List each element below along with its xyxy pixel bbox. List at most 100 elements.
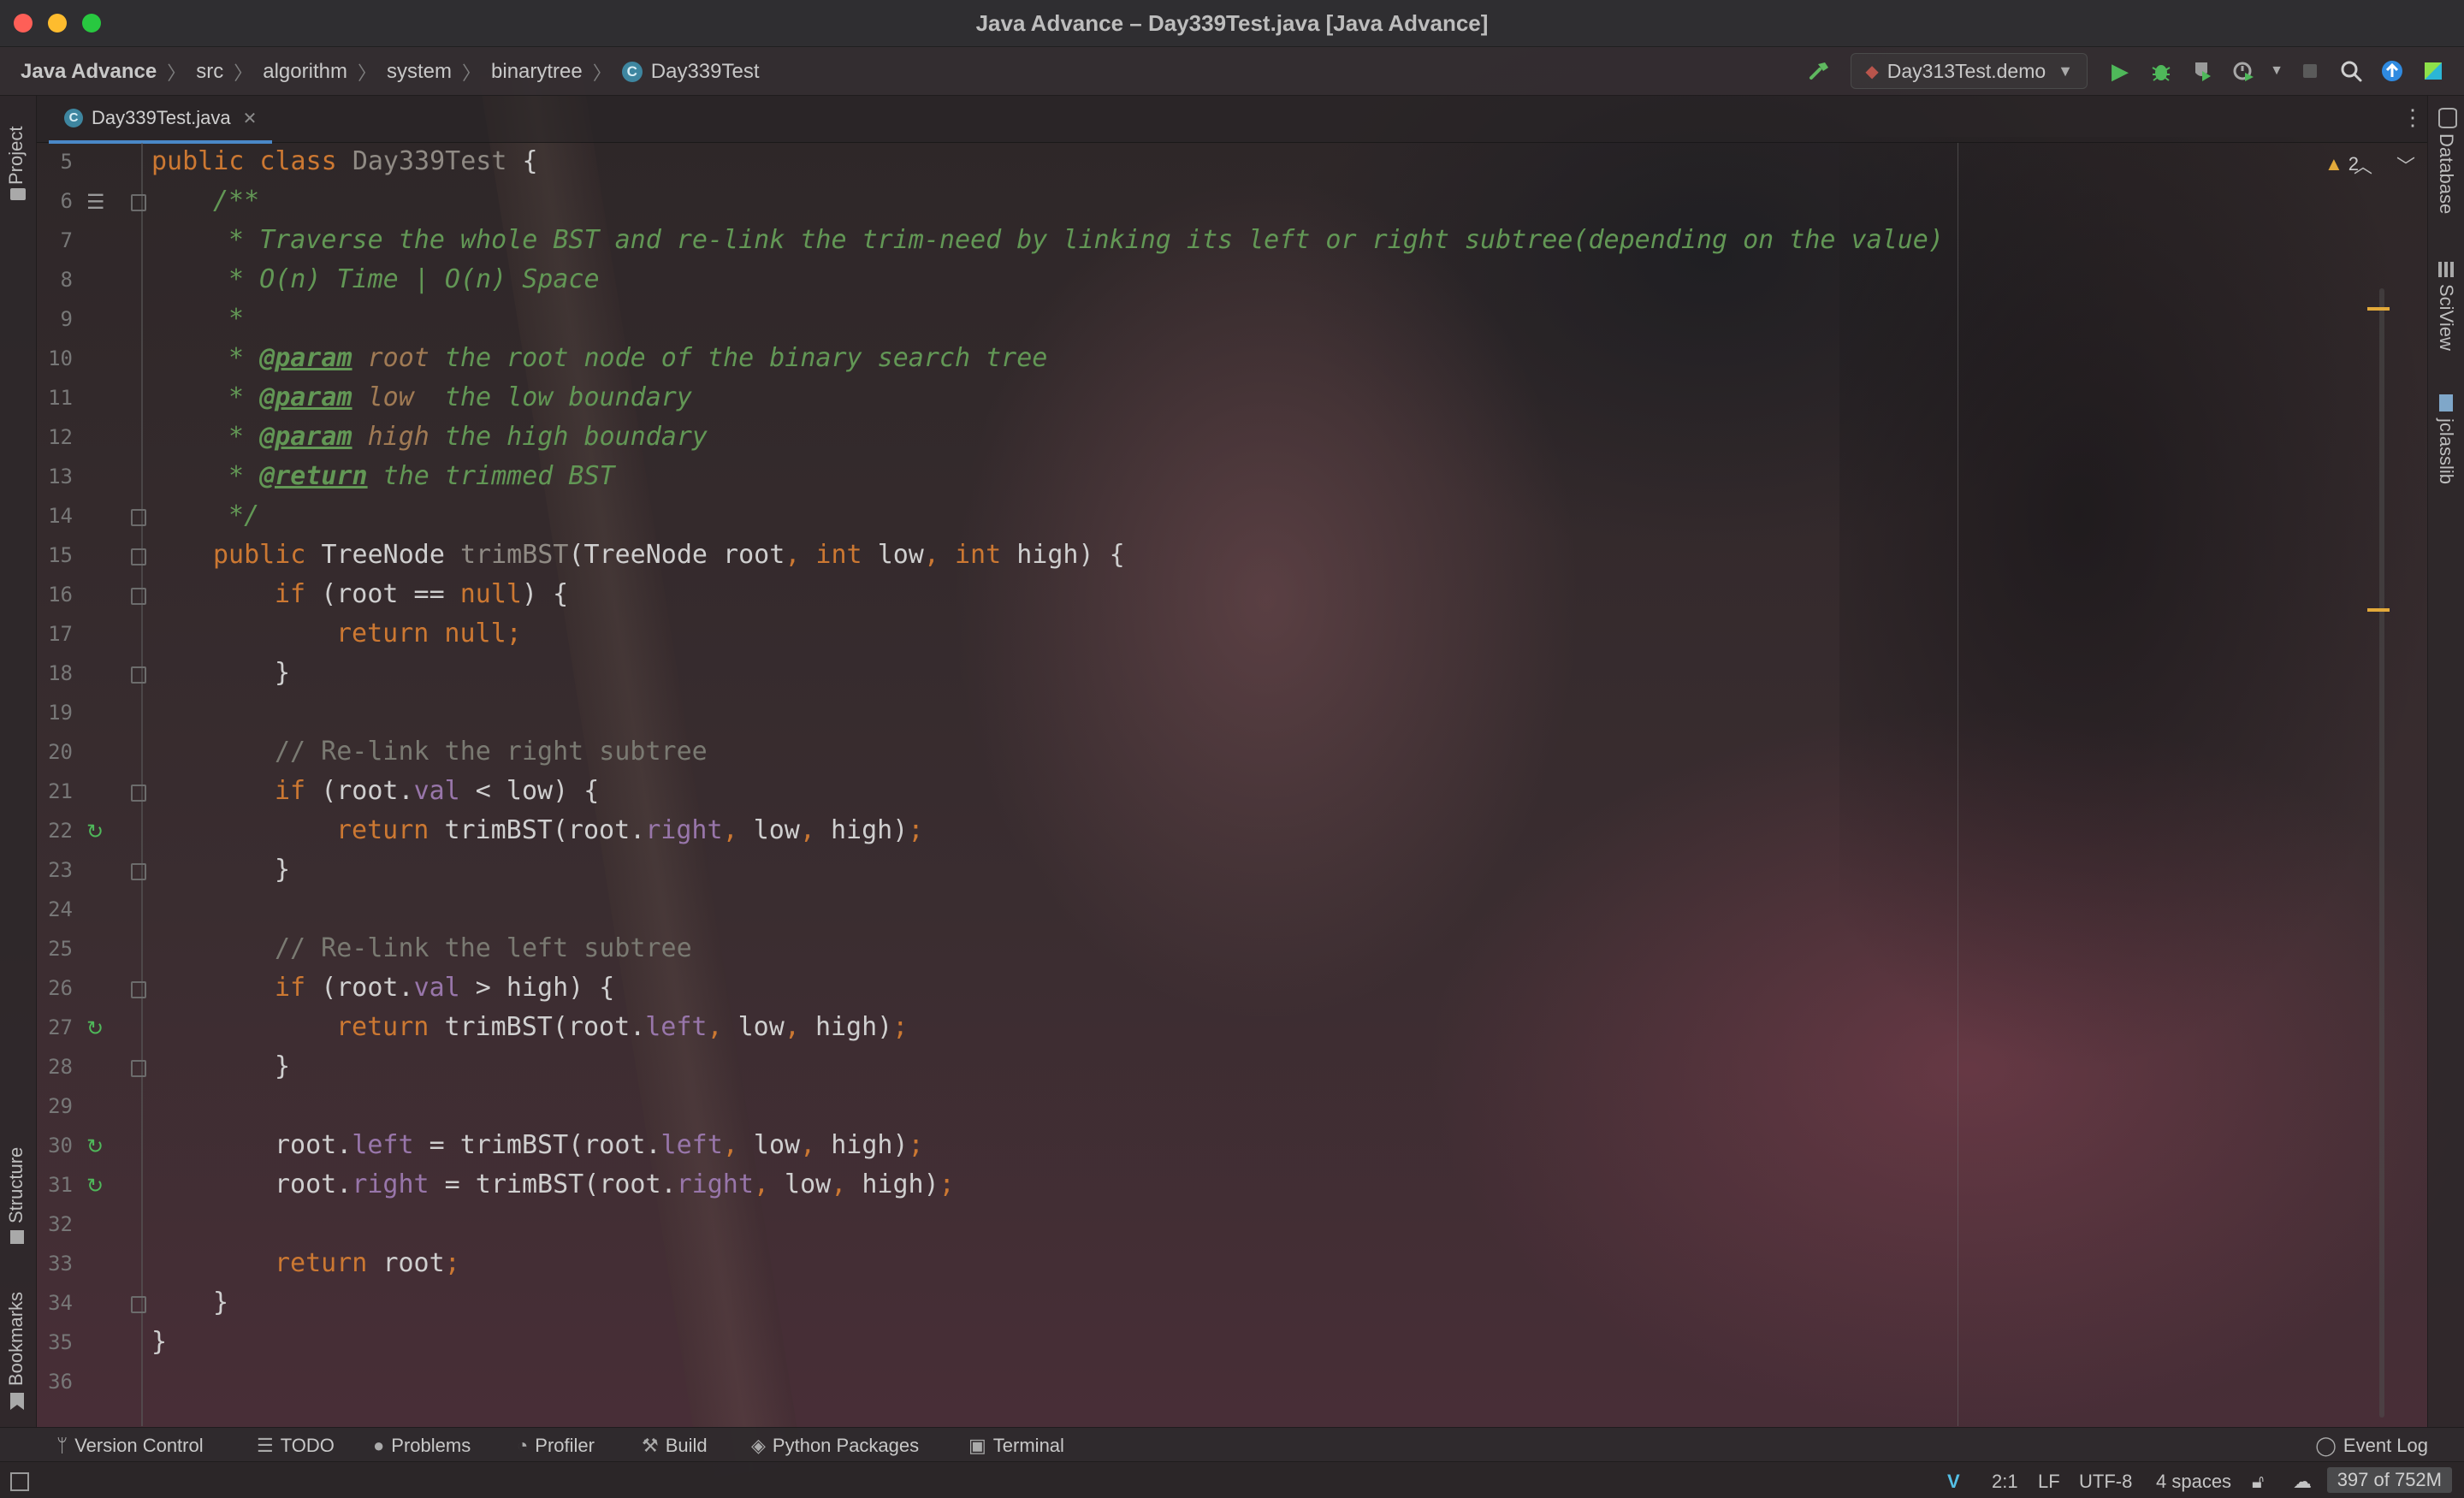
code-line[interactable]: 33 return root; [37, 1245, 2427, 1284]
code-line[interactable]: 9 * [37, 300, 2427, 340]
render-doc-icon[interactable]: ☰ [86, 190, 105, 215]
code-line[interactable]: 35} [37, 1323, 2427, 1363]
warning-stripe-mark[interactable] [2367, 307, 2390, 311]
line-number[interactable]: 30 [37, 1134, 73, 1158]
breadcrumb-src[interactable]: src [196, 60, 223, 84]
line-number[interactable]: 36 [37, 1370, 73, 1394]
memory-indicator[interactable]: 397 of 752M [2326, 1467, 2452, 1493]
line-separator[interactable]: LF [2038, 1471, 2060, 1493]
breadcrumb-algorithm[interactable]: algorithm [263, 60, 347, 84]
breadcrumb-project[interactable]: Java Advance [21, 60, 157, 84]
fold-marker-icon[interactable] [131, 548, 146, 565]
fold-marker-icon[interactable] [131, 1060, 146, 1077]
debug-button[interactable] [2144, 54, 2178, 88]
line-number[interactable]: 16 [37, 583, 73, 607]
fold-marker-icon[interactable] [131, 666, 146, 684]
structure-tool-button[interactable]: Structure [0, 1122, 36, 1251]
tab-day339test-java[interactable]: C Day339Test.java ✕ [49, 96, 273, 144]
line-number[interactable]: 17 [37, 622, 73, 646]
line-number[interactable]: 24 [37, 897, 73, 921]
line-number[interactable]: 34 [37, 1291, 73, 1315]
profile-button[interactable] [2226, 54, 2260, 88]
code-line[interactable]: 15 public TreeNode trimBST(TreeNode root,… [37, 536, 2427, 576]
line-number[interactable]: 20 [37, 740, 73, 764]
version-control-tab[interactable]: ᛘ Version Control [56, 1435, 204, 1457]
code-editor[interactable]: 5 public class Day339Test {6 ☰/** 7 * Trave… [37, 143, 2427, 1426]
code-line[interactable]: 16 if (root == null) { [37, 576, 2427, 615]
line-number[interactable]: 8 [37, 268, 73, 292]
breadcrumb-binarytree[interactable]: binarytree [491, 60, 583, 84]
file-encoding[interactable]: UTF-8 [2079, 1471, 2132, 1493]
line-number[interactable]: 6 [37, 189, 73, 213]
problems-tab[interactable]: ● Problems [373, 1435, 471, 1457]
build-hammer-icon[interactable] [1803, 54, 1837, 88]
lock-icon[interactable]: 🔓︎ [2252, 1471, 2264, 1493]
caret-position[interactable]: 2:1 [1992, 1471, 2018, 1493]
code-line[interactable]: 13 * @return the trimmed BST [37, 458, 2427, 497]
line-number[interactable]: 23 [37, 858, 73, 882]
code-line[interactable]: 25 // Re-link the left subtree [37, 930, 2427, 969]
coverage-button[interactable] [2185, 54, 2219, 88]
recursive-call-icon[interactable]: ↻ [86, 1016, 104, 1041]
code-line[interactable]: 7 * Traverse the whole BST and re-link t… [37, 222, 2427, 261]
code-line[interactable]: 5 public class Day339Test { [37, 143, 2427, 182]
line-number[interactable]: 25 [37, 937, 73, 961]
code-line[interactable]: 19 [37, 694, 2427, 733]
profiler-tab[interactable]: ◔ Profiler [517, 1435, 595, 1457]
recursive-call-icon[interactable]: ↻ [86, 820, 104, 844]
stop-button[interactable] [2293, 54, 2327, 88]
line-number[interactable]: 22 [37, 819, 73, 843]
line-number[interactable]: 10 [37, 346, 73, 370]
recursive-call-icon[interactable]: ↻ [86, 1174, 104, 1199]
fold-marker-icon[interactable] [131, 981, 146, 998]
code-line[interactable]: 11 * @param low the low boundary [37, 379, 2427, 418]
code-line[interactable]: 23} [37, 851, 2427, 891]
run-configuration-select[interactable]: ◆ Day313Test.demo ▼ [1851, 53, 2088, 89]
code-line[interactable]: 21 if (root.val < low) { [37, 773, 2427, 812]
line-number[interactable]: 14 [37, 504, 73, 528]
indent-setting[interactable]: 4 spaces [2156, 1471, 2231, 1493]
previous-highlight-icon[interactable]: ︿ [2354, 156, 2372, 177]
code-line[interactable]: 30 ↻ root.left = trimBST(root.left, low, h… [37, 1127, 2427, 1166]
line-number[interactable]: 33 [37, 1252, 73, 1276]
line-number[interactable]: 5 [37, 150, 73, 174]
todo-tab[interactable]: ☰ TODO [257, 1435, 335, 1457]
git-sync-icon[interactable]: ☁︎ [2293, 1471, 2312, 1493]
fold-marker-icon[interactable] [131, 509, 146, 526]
bookmarks-tool-button[interactable]: Bookmarks [0, 1276, 36, 1422]
code-line[interactable]: 17 return null; [37, 615, 2427, 654]
line-number[interactable]: 31 [37, 1173, 73, 1197]
event-log-tab[interactable]: ◯ Event Log [2315, 1435, 2428, 1457]
code-line[interactable]: 22 ↻ return trimBST(root.right, low, high)… [37, 812, 2427, 851]
tab-options-menu-icon[interactable]: ⋮ [2402, 104, 2424, 131]
code-line[interactable]: 32 [37, 1205, 2427, 1245]
project-tool-button[interactable]: Project [0, 104, 36, 207]
fold-marker-icon[interactable] [131, 785, 146, 802]
code-line[interactable]: 18} [37, 654, 2427, 694]
line-number[interactable]: 19 [37, 701, 73, 725]
line-number[interactable]: 21 [37, 779, 73, 803]
sciview-tool-button[interactable]: SciView [2428, 258, 2464, 378]
line-number[interactable]: 26 [37, 976, 73, 1000]
fold-marker-icon[interactable] [131, 1296, 146, 1313]
code-line[interactable]: 27 ↻ return trimBST(root.left, low, high); [37, 1009, 2427, 1048]
search-icon[interactable] [2334, 54, 2368, 88]
terminal-tab[interactable]: ▣ Terminal [968, 1435, 1064, 1457]
toolbox-app-icon[interactable] [2416, 54, 2450, 88]
next-highlight-icon[interactable]: ﹀ [2396, 156, 2415, 177]
line-number[interactable]: 7 [37, 228, 73, 252]
line-number[interactable]: 35 [37, 1330, 73, 1354]
fold-marker-icon[interactable] [131, 194, 146, 211]
recursive-call-icon[interactable]: ↻ [86, 1134, 104, 1159]
line-number[interactable]: 18 [37, 661, 73, 685]
vim-indicator-icon[interactable]: V [1947, 1471, 1960, 1493]
code-line[interactable]: 10 * @param root the root node of the bi… [37, 340, 2427, 379]
line-number[interactable]: 13 [37, 465, 73, 488]
code-line[interactable]: 26 if (root.val > high) { [37, 969, 2427, 1009]
line-number[interactable]: 9 [37, 307, 73, 331]
line-number[interactable]: 12 [37, 425, 73, 449]
code-line[interactable]: 34} [37, 1284, 2427, 1323]
breadcrumb-class[interactable]: Day339Test [651, 60, 760, 84]
code-line[interactable]: 8 * O(n) Time | O(n) Space [37, 261, 2427, 300]
line-number[interactable]: 11 [37, 386, 73, 410]
